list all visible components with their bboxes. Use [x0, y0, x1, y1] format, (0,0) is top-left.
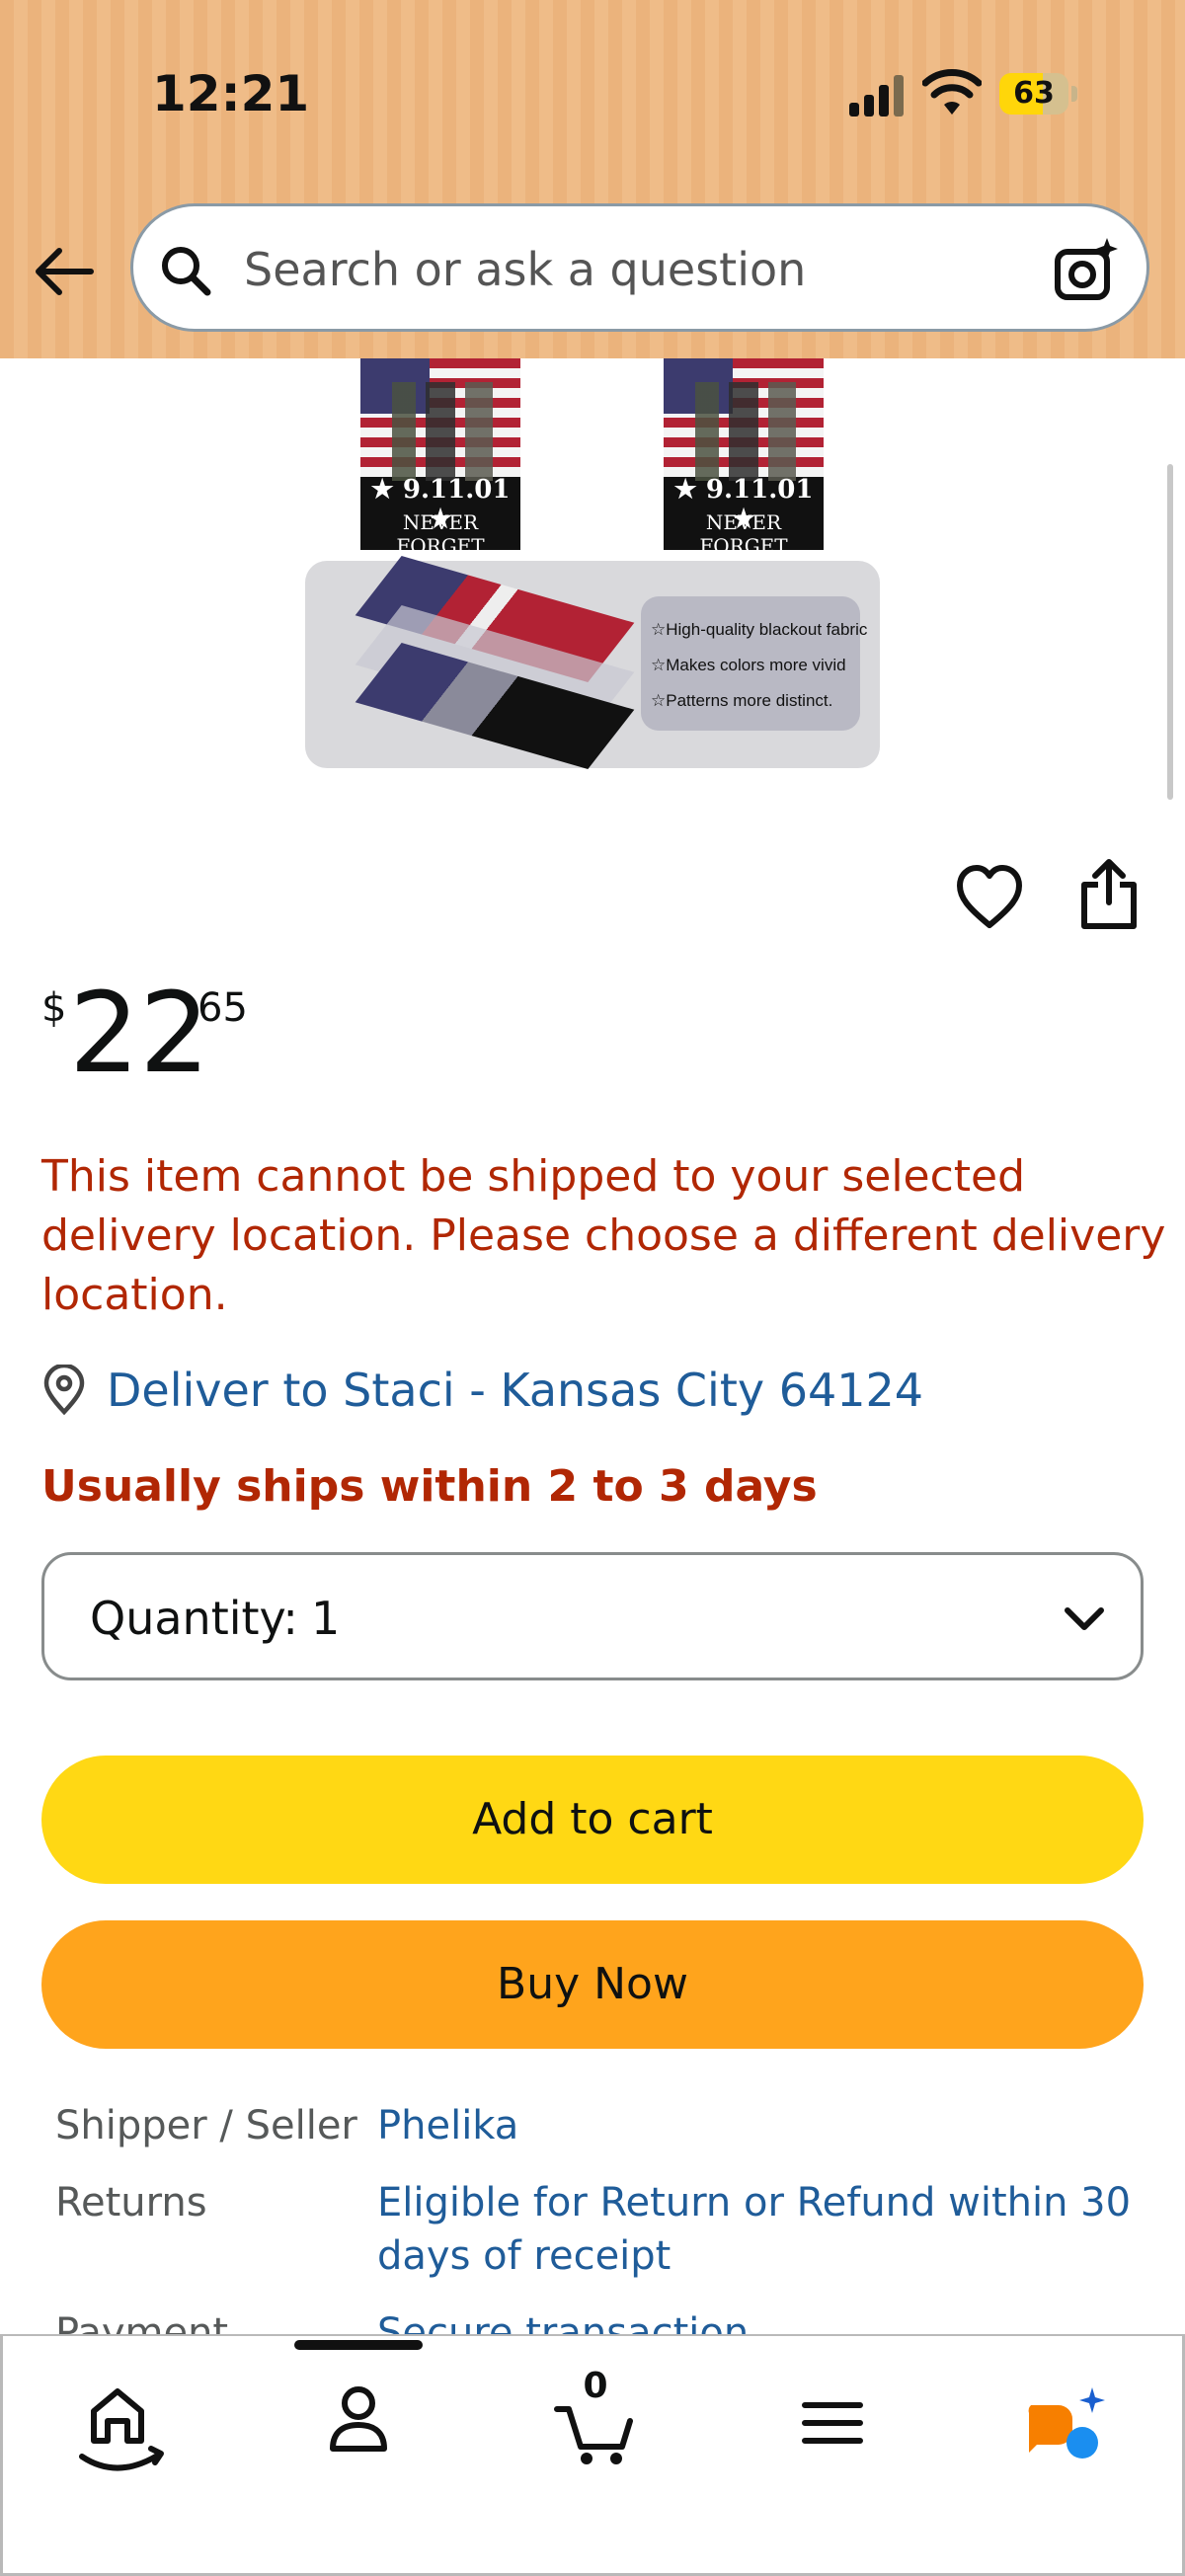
quantity-value: 1 — [311, 1592, 341, 1645]
tab-rufus-assistant[interactable] — [966, 2358, 1163, 2506]
product-image-poster: ★ 9.11.01 ★ NEVER FORGET — [360, 358, 520, 550]
shipping-time: Usually ships within 2 to 3 days — [41, 1461, 818, 1512]
location-pin-icon — [43, 1365, 85, 1416]
feature-list: ☆High-quality blackout fabric ☆Makes col… — [641, 596, 868, 731]
chevron-down-icon — [1065, 1607, 1104, 1630]
tab-home[interactable] — [23, 2358, 220, 2506]
product-image-gallery[interactable]: ★ 9.11.01 ★ NEVER FORGET ★ 9.11.01 ★ NEV… — [0, 358, 1185, 822]
back-arrow-icon[interactable] — [30, 237, 99, 306]
scrollbar[interactable] — [1167, 464, 1173, 800]
returns-link[interactable]: Eligible for Return or Refund within 30 … — [377, 2176, 1167, 2283]
search-input[interactable]: Search or ask a question — [244, 242, 806, 297]
search-icon — [162, 247, 211, 296]
tab-cart[interactable]: 0 — [497, 2358, 694, 2506]
info-key: Shipper / Seller — [55, 2103, 357, 2148]
feature-item: ☆Patterns more distinct. — [651, 691, 833, 710]
cart-icon — [554, 2406, 633, 2464]
fabric-detail-card: ☆High-quality blackout fabric ☆Makes col… — [305, 556, 880, 769]
person-icon — [330, 2386, 387, 2452]
info-key: Payment — [55, 2310, 229, 2336]
menu-icon — [802, 2402, 863, 2444]
buy-now-button[interactable]: Buy Now — [41, 1920, 1144, 2049]
product-info-table: Shipper / Seller Phelika Returns Eligibl… — [55, 2099, 1171, 2336]
seller-link[interactable]: Phelika — [377, 2099, 1167, 2152]
product-image-poster: ★ 9.11.01 ★ NEVER FORGET — [664, 358, 824, 550]
rufus-assistant-icon — [1028, 2387, 1105, 2459]
home-icon — [79, 2388, 164, 2471]
price-fraction: 65 — [198, 985, 248, 1031]
deliver-to-link[interactable]: Deliver to Staci - Kansas City 64124 — [107, 1361, 923, 1420]
quantity-label: Quantity: — [90, 1592, 298, 1645]
payment-link[interactable]: Secure transaction — [377, 2306, 1167, 2336]
price-currency: $ — [41, 985, 67, 1031]
tab-account[interactable] — [260, 2358, 457, 2506]
price-whole: 22 — [69, 970, 210, 1098]
info-key: Returns — [55, 2180, 207, 2225]
header: 12:21 63 Search or ask a question — [0, 0, 1185, 358]
bottom-tab-bar: 0 — [0, 2334, 1185, 2576]
status-time: 12:21 — [152, 65, 310, 122]
active-tab-indicator — [294, 2340, 423, 2350]
share-icon[interactable] — [1076, 859, 1142, 930]
cellular-signal-icon — [849, 75, 905, 117]
feature-item: ☆High-quality blackout fabric — [651, 620, 868, 639]
battery-icon: 63 — [999, 73, 1078, 115]
add-to-cart-button[interactable]: Add to cart — [41, 1756, 1144, 1884]
camera-lens-icon[interactable] — [1052, 236, 1121, 305]
quantity-dropdown[interactable]: Quantity: 1 — [41, 1552, 1144, 1680]
shipping-error-message: This item cannot be shipped to your sele… — [41, 1151, 1166, 1320]
wifi-icon — [922, 69, 982, 115]
tab-menu[interactable] — [734, 2358, 931, 2506]
battery-percent: 63 — [1013, 76, 1055, 111]
feature-item: ☆Makes colors more vivid — [651, 656, 846, 674]
search-bar[interactable]: Search or ask a question — [130, 203, 1149, 332]
heart-icon[interactable] — [954, 862, 1025, 933]
